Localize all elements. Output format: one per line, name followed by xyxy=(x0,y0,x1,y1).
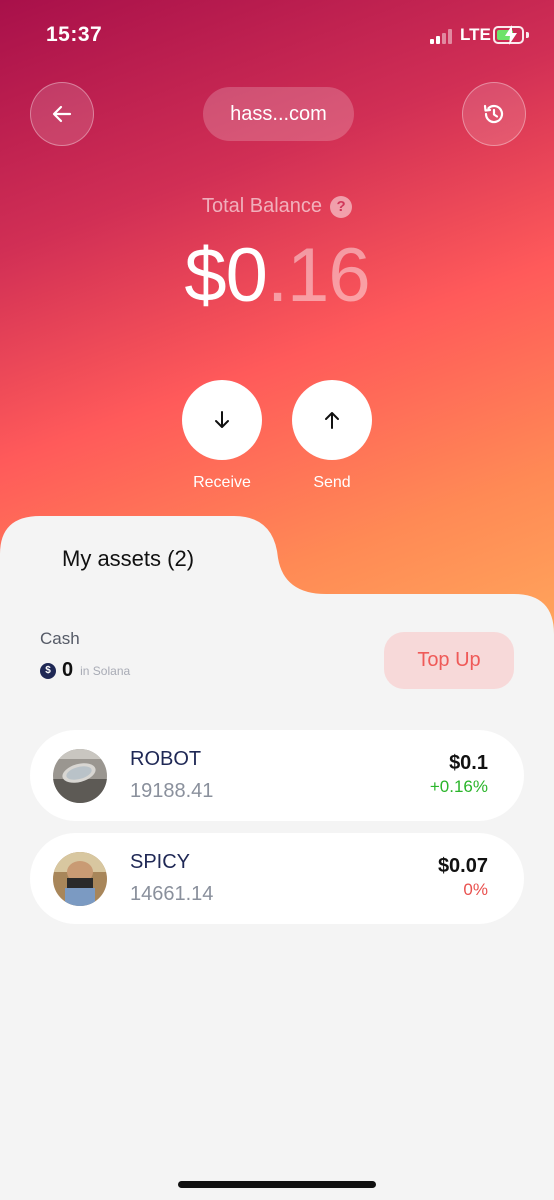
network-label: LTE xyxy=(460,25,491,44)
send-action[interactable]: Send xyxy=(292,380,372,492)
send-label: Send xyxy=(313,474,351,491)
asset-change: 0% xyxy=(463,880,488,899)
usd-coin-icon: $ xyxy=(40,662,56,679)
cash-network: in Solana xyxy=(80,663,131,678)
total-balance-amount: $0.16 xyxy=(0,232,554,319)
total-balance-label: Total Balance? xyxy=(0,195,554,218)
asset-name: ROBOT xyxy=(130,748,202,770)
asset-value: $0.1 xyxy=(449,752,488,774)
status-bar: 15:37 LTE xyxy=(0,0,554,70)
my-assets-tab[interactable]: My assets (2) xyxy=(62,546,194,572)
arrow-up-icon xyxy=(325,412,339,429)
send-button[interactable] xyxy=(292,380,372,460)
top-up-button[interactable]: Top Up xyxy=(384,632,514,689)
cash-label: Cash xyxy=(40,629,80,648)
balance-cents: .16 xyxy=(266,233,371,318)
history-icon xyxy=(483,104,504,124)
arrow-left-icon xyxy=(52,105,72,123)
back-button[interactable] xyxy=(30,82,94,146)
total-balance-text: Total Balance xyxy=(201,195,323,217)
asset-value: $0.07 xyxy=(437,855,488,877)
battery-tip xyxy=(526,32,529,38)
asset-amount: 19188.41 xyxy=(130,780,214,802)
cash-balance: $ 0 in Solana xyxy=(40,659,130,682)
asset-name: SPICY xyxy=(130,851,191,873)
receive-label: Receive xyxy=(193,474,251,491)
history-button[interactable] xyxy=(462,82,526,146)
asset-card-spicy[interactable]: SPICY 14661.14 $0.07 0% xyxy=(30,833,524,924)
receive-button[interactable] xyxy=(182,380,262,460)
signal-icon xyxy=(430,28,454,44)
status-time: 15:37 xyxy=(46,23,103,46)
account-pill[interactable]: hass...com xyxy=(203,87,354,141)
asset-amount: 14661.14 xyxy=(130,883,214,905)
balance-dollars: $0 xyxy=(184,233,268,318)
asset-avatar-robot xyxy=(53,749,107,803)
charging-icon xyxy=(505,25,517,45)
home-indicator[interactable] xyxy=(178,1181,376,1188)
help-icon[interactable]: ? xyxy=(330,196,353,218)
asset-avatar-spicy xyxy=(53,852,107,906)
asset-change: +0.16% xyxy=(429,777,488,796)
receive-action[interactable]: Receive xyxy=(182,380,262,492)
asset-card-robot[interactable]: ROBOT 19188.41 $0.1 +0.16% xyxy=(30,730,524,821)
arrow-down-icon xyxy=(215,411,229,428)
cash-value: 0 xyxy=(62,659,74,681)
